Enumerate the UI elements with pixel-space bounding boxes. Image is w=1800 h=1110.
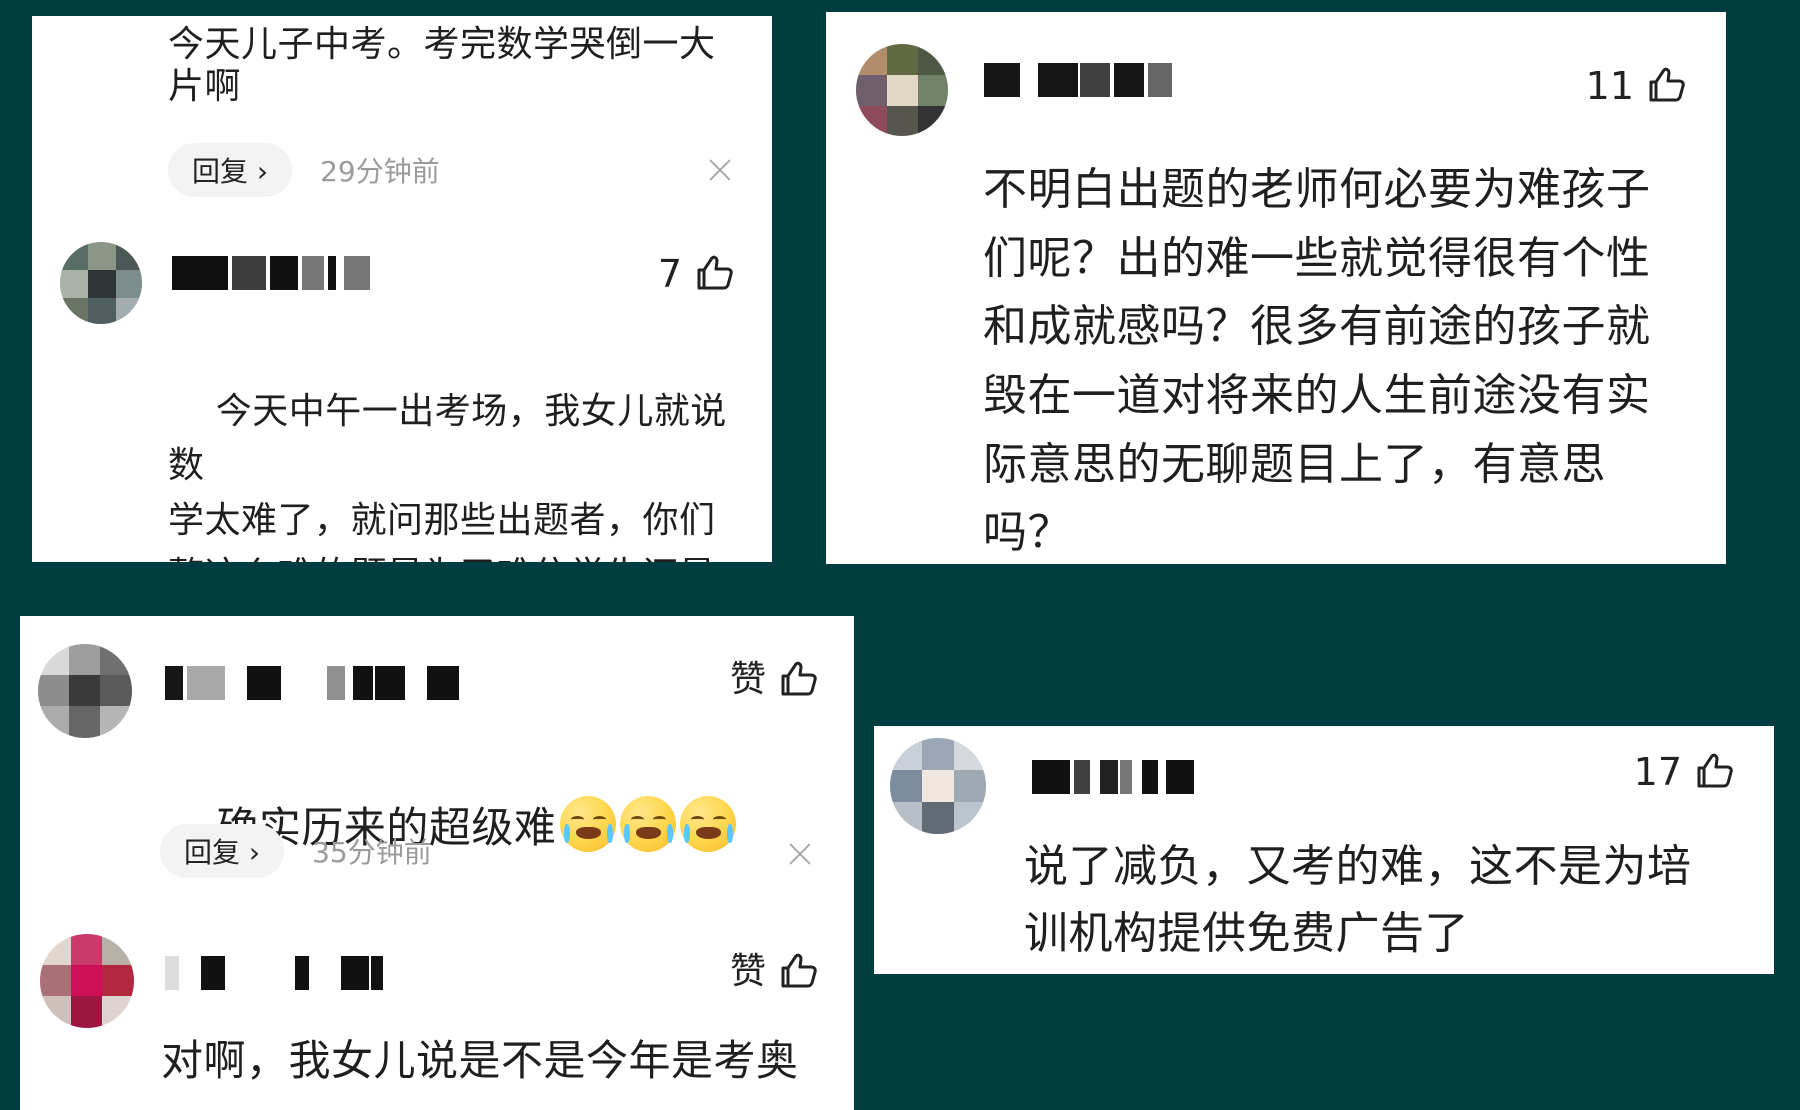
comment-timestamp: 35分钟前 (312, 836, 432, 869)
page: { "panel_1": { "top_comment": "今天儿子中考。考完… (0, 0, 1800, 1110)
comment-panel-4: 17 说了减负，又考的难，这不是为培 训机构提供免费广告了 (874, 726, 1774, 974)
thumb-up-icon[interactable] (776, 658, 820, 702)
like-count: 17 (1633, 750, 1682, 794)
comment-meta: 回复 › 29分钟前 (168, 143, 440, 197)
comment-text: 对啊，我女儿说是不是今年是考奥 (161, 1036, 799, 1085)
crying-face-icon (560, 795, 617, 852)
comment-panel-1: 今天儿子中考。考完数学哭倒一大 片啊 回复 › 29分钟前 7 今天中午一出考场… (32, 16, 772, 562)
redacted-username (165, 956, 405, 990)
crying-face-icon (620, 795, 677, 852)
redacted-username (1032, 760, 1202, 794)
redacted-username (165, 666, 493, 700)
like-control[interactable]: 11 (1586, 64, 1688, 108)
avatar[interactable] (856, 44, 948, 136)
redacted-username (172, 256, 392, 290)
like-control[interactable]: 赞 (730, 658, 820, 702)
comment-text: 不明白出题的老师何必要为难孩子 们呢？出的难一些就觉得很有个性 和成就感吗？很多… (983, 164, 1651, 559)
like-label: 赞 (729, 659, 766, 700)
avatar[interactable] (38, 644, 132, 738)
close-icon[interactable] (708, 158, 732, 182)
avatar[interactable] (40, 934, 134, 1028)
close-icon[interactable] (788, 842, 812, 866)
like-control[interactable]: 17 (1634, 750, 1736, 794)
thumb-up-icon[interactable] (776, 950, 820, 994)
avatar[interactable] (60, 242, 142, 324)
comment-text: 今天中午一出考场，我女儿就说数 学太难了，就问那些出题者，你们 整这么难的题是为… (168, 330, 758, 562)
comment-text: 今天儿子中考。考完数学哭倒一大 片啊 (168, 24, 716, 108)
like-control[interactable]: 7 (658, 252, 736, 296)
avatar[interactable] (890, 738, 986, 834)
like-count: 11 (1585, 64, 1634, 108)
thumb-up-icon[interactable] (1692, 750, 1736, 794)
comment-panel-3: 赞 确实历来的超级难 回复 › 35分钟前 赞 对啊，我女儿说是不是今年是考奥 (20, 616, 854, 1110)
like-control[interactable]: 赞 (730, 950, 820, 994)
comment-panel-2: 11 不明白出题的老师何必要为难孩子 们呢？出的难一些就觉得很有个性 和成就感吗… (826, 12, 1726, 564)
comment-timestamp: 29分钟前 (320, 155, 440, 188)
like-count: 7 (657, 252, 682, 296)
reply-button[interactable]: 回复 › (160, 824, 285, 878)
thumb-up-icon[interactable] (1644, 64, 1688, 108)
crying-face-icon (680, 795, 737, 852)
thumb-up-icon[interactable] (692, 252, 736, 296)
comment-text: 说了减负，又考的难，这不是为培 训机构提供免费广告了 (1024, 841, 1692, 959)
redacted-username (984, 63, 1184, 97)
reply-button[interactable]: 回复 › (168, 143, 293, 197)
like-label: 赞 (729, 951, 766, 992)
comment-meta: 回复 › 35分钟前 (160, 824, 432, 878)
